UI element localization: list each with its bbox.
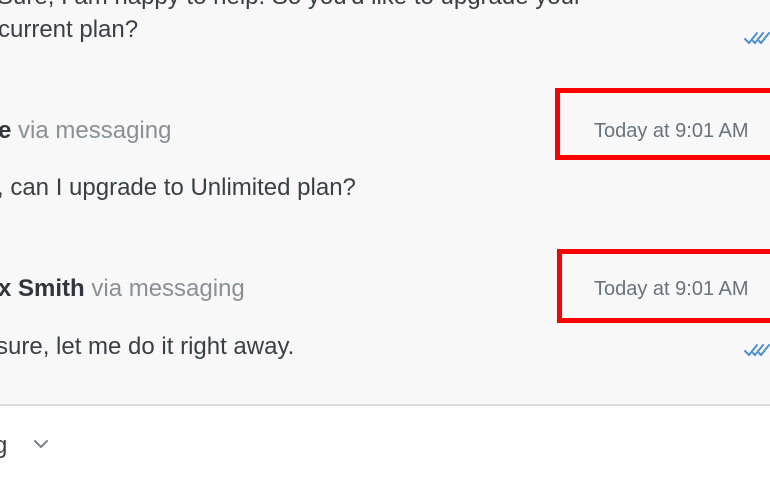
channel-selector-label[interactable]: g [0,434,7,458]
message-body-partial-top: Sure, I am happy to help. So you'd like … [0,0,582,9]
chevron-down-icon[interactable] [31,434,51,454]
sender-name: e [0,117,12,144]
message-channel: via messaging [84,275,245,302]
message-channel: via messaging [11,117,172,144]
message-header: e via messaging [0,119,171,143]
timestamp-highlight-box [557,249,770,323]
message-header: x Smith via messaging [0,277,245,301]
composer-divider [0,404,770,406]
conversation-view: Sure, I am happy to help. So you'd like … [0,0,770,480]
composer-area [0,405,770,480]
message-body: , can I upgrade to Unlimited plan? [0,174,356,201]
message-body-continuation: current plan? [0,16,139,43]
double-check-icon [743,341,770,359]
message-body: sure, let me do it right away. [0,333,295,360]
timestamp-highlight-box [555,88,770,160]
double-check-icon [743,29,770,47]
sender-name: x Smith [0,275,85,302]
